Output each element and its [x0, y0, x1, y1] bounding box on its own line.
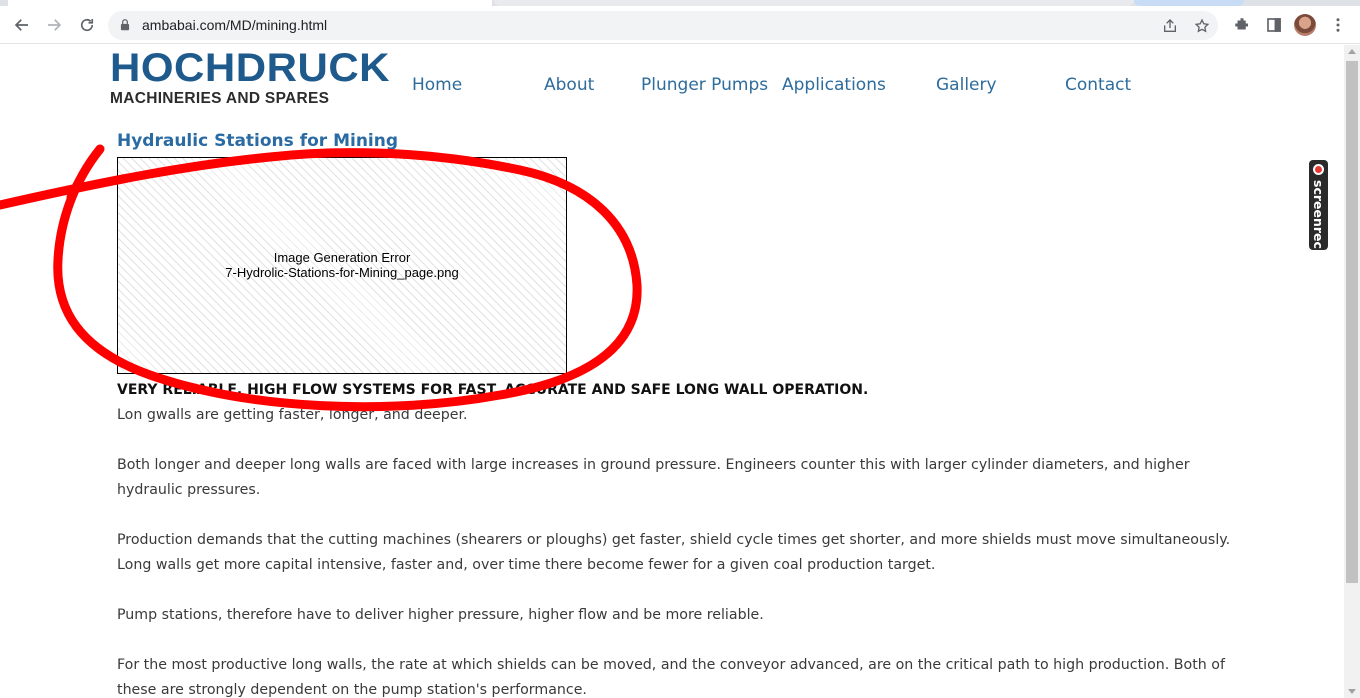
image-error-filename: 7-Hydrolic-Stations-for-Mining_page.png [225, 265, 459, 280]
browser-toolbar: ambabai.com/MD/mining.html [0, 6, 1360, 44]
paragraph: For the most productive long walls, the … [117, 657, 1225, 698]
article-body: VERY RELIABLE, HIGH FLOW SYSTEMS FOR FAS… [117, 378, 1237, 698]
address-bar[interactable]: ambabai.com/MD/mining.html [108, 11, 1218, 40]
back-arrow-icon[interactable] [7, 10, 37, 40]
sidepanel-icon[interactable] [1259, 10, 1289, 40]
vertical-scrollbar[interactable] [1344, 45, 1360, 698]
page-title: Hydraulic Stations for Mining [117, 131, 399, 151]
extensions-icon[interactable] [1227, 10, 1257, 40]
scroll-up-arrow-icon[interactable] [1348, 49, 1356, 54]
lock-icon[interactable] [118, 18, 132, 32]
star-icon[interactable] [1190, 14, 1214, 38]
scroll-down-arrow-icon[interactable] [1348, 689, 1356, 694]
record-dot-icon [1313, 164, 1324, 175]
nav-about[interactable]: About [544, 75, 594, 95]
url-text[interactable]: ambabai.com/MD/mining.html [142, 17, 327, 33]
image-error-title: Image Generation Error [273, 250, 411, 265]
screenrec-widget[interactable]: screenrec [1309, 160, 1328, 250]
broken-image-placeholder: Image Generation Error 7-Hydrolic-Statio… [117, 157, 567, 374]
forward-arrow-icon[interactable] [39, 10, 69, 40]
scrollbar-thumb[interactable] [1346, 61, 1358, 583]
paragraph: Lon gwalls are getting faster, longer, a… [117, 407, 468, 423]
nav-gallery[interactable]: Gallery [936, 75, 997, 95]
paragraph: Production demands that the cutting mach… [117, 532, 1231, 548]
main-navigation: Home About Plunger Pumps Applications Ga… [0, 75, 1344, 99]
paragraph: Pump stations, therefore have to deliver… [117, 607, 764, 623]
screenrec-label: screenrec [1311, 180, 1326, 249]
profile-avatar[interactable] [1294, 14, 1316, 36]
nav-applications[interactable]: Applications [782, 75, 886, 95]
nav-contact[interactable]: Contact [1065, 75, 1131, 95]
page-viewport: HOCHDRUCK MACHINERIES AND SPARES Home Ab… [0, 45, 1344, 698]
paragraph: Long walls get more capital intensive, f… [117, 557, 936, 573]
lead-heading: VERY RELIABLE, HIGH FLOW SYSTEMS FOR FAS… [117, 382, 869, 398]
nav-plunger-pumps[interactable]: Plunger Pumps [641, 75, 768, 95]
paragraph: Both longer and deeper long walls are fa… [117, 457, 1190, 498]
share-icon[interactable] [1158, 14, 1182, 38]
nav-home[interactable]: Home [412, 75, 462, 95]
menu-kebab-icon[interactable] [1323, 10, 1353, 40]
reload-icon[interactable] [72, 10, 102, 40]
